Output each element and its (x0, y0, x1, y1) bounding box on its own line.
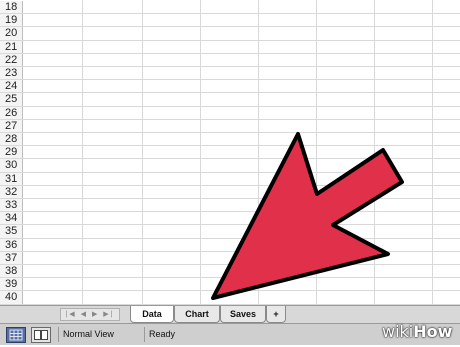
pointer-arrow (211, 132, 404, 300)
watermark-logo: wikiHow (382, 322, 453, 341)
